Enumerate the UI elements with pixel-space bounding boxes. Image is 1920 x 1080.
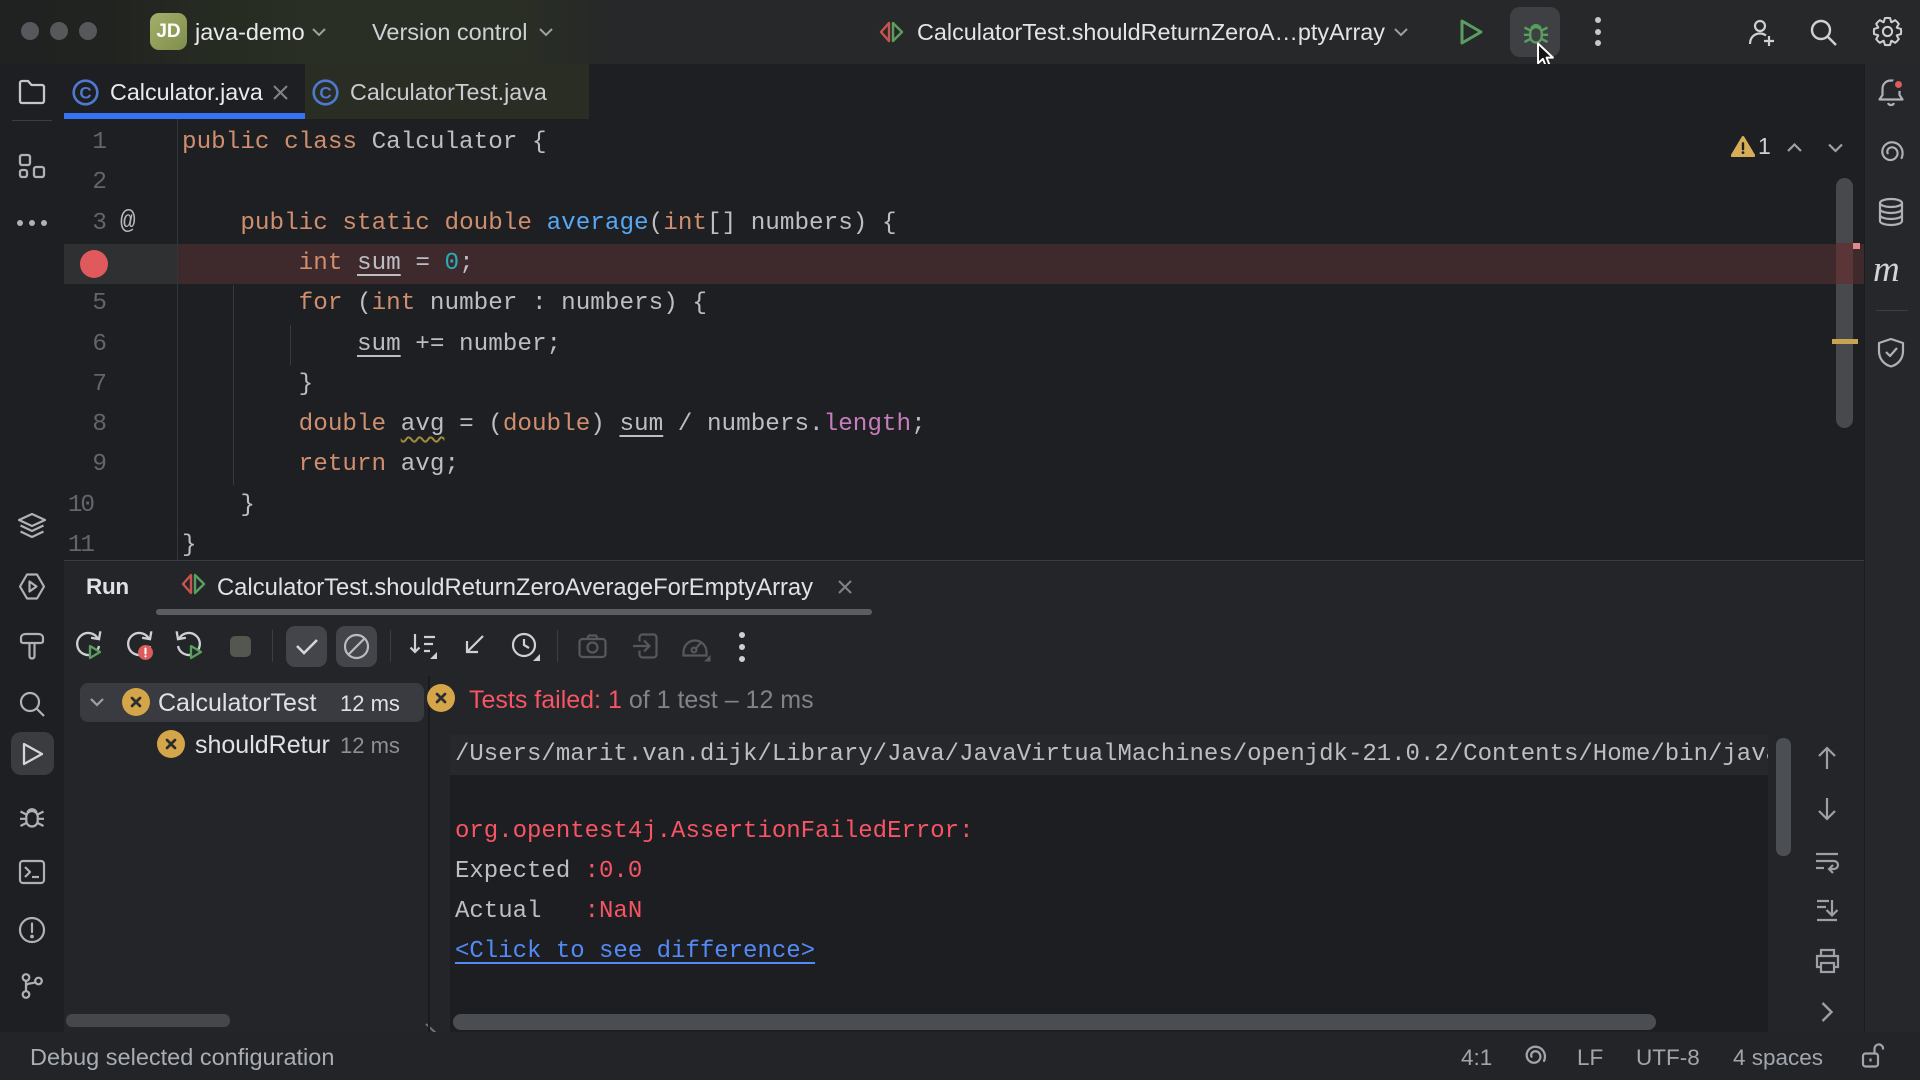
svg-text:C: C <box>79 84 91 103</box>
svg-text:C: C <box>319 84 331 103</box>
